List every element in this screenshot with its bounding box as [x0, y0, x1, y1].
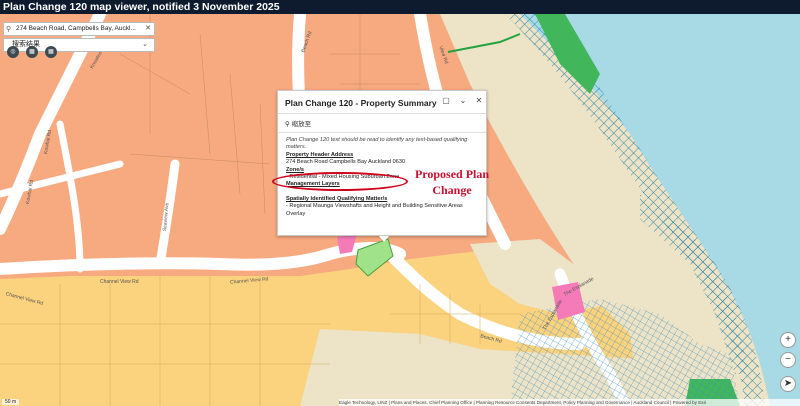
zoom-in-button[interactable]: + — [780, 332, 796, 348]
popup-header-divider — [278, 113, 486, 114]
compass-button[interactable]: ➤ — [780, 376, 796, 392]
annotation-ellipse — [272, 172, 408, 191]
address-search-input[interactable]: ⚲ 274 Beach Road, Campbells Bay, Auckl..… — [3, 22, 155, 36]
layers-button[interactable]: ▦ — [26, 46, 38, 58]
minus-icon: − — [785, 354, 791, 365]
annotation-text: Proposed Plan Change — [412, 166, 492, 198]
road-label-channel-view-rd-left: Channel View Rd — [100, 279, 139, 285]
search-icon: ⚲ — [6, 26, 12, 33]
property-header-heading: Property Header Address — [286, 151, 354, 158]
annotation-line-1: Proposed Plan — [414, 167, 490, 181]
locate-button[interactable]: ◎ — [7, 46, 19, 58]
basemap-button[interactable]: ▦ — [45, 46, 57, 58]
zoom-out-button[interactable]: − — [780, 352, 796, 368]
plus-icon: + — [785, 334, 791, 345]
popup-title: Plan Change 120 - Property Summary — [285, 98, 437, 108]
zoom-to-label: 缩放至 — [291, 121, 312, 128]
locate-icon: ◎ — [10, 49, 16, 55]
compass-icon: ➤ — [783, 378, 793, 389]
chevron-down-icon[interactable]: ⌄ — [458, 96, 468, 105]
zoom-to-button[interactable]: ⚲ 缩放至 — [285, 118, 311, 128]
property-summary-popup[interactable]: Plan Change 120 - Property Summary ▢ ⌄ ✕… — [277, 90, 487, 236]
scale-bar: 50 m — [2, 399, 20, 405]
basemap-icon: ▦ — [48, 49, 54, 55]
annotation-line-2: Change — [432, 183, 472, 197]
search-value: 274 Beach Road, Campbells Bay, Auckl... — [16, 25, 136, 32]
qualifying-value: - Regional Maunga Viewshafts and Height … — [286, 203, 463, 217]
map-attribution: Eagle Technology, LINZ | Plans and Place… — [339, 399, 800, 406]
chevron-down-icon: ⌄ — [142, 41, 148, 48]
popup-pointer — [379, 236, 389, 242]
popup-intro: Plan Change 120 text should be read to i… — [286, 137, 468, 151]
popup-action-divider — [278, 132, 486, 133]
maximize-icon[interactable]: ▢ — [441, 96, 451, 105]
layers-icon: ▦ — [29, 49, 35, 55]
app-title: Plan Change 120 map viewer, notified 3 N… — [0, 0, 800, 14]
clear-search-icon[interactable]: ✕ — [145, 23, 151, 35]
close-icon[interactable]: ✕ — [474, 96, 484, 105]
zoom-to-icon: ⚲ — [285, 121, 290, 128]
